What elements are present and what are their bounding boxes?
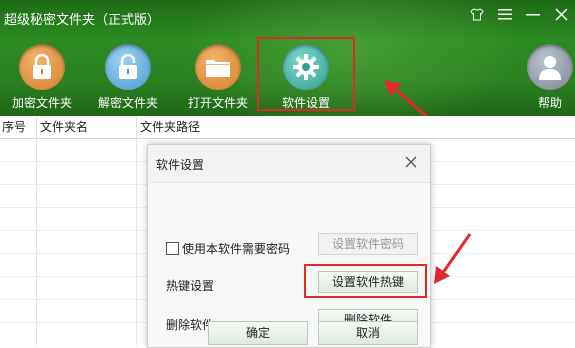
help-label: 帮助 — [537, 96, 562, 110]
open-folder-button[interactable]: 打开文件夹 — [178, 44, 258, 110]
menu-icon[interactable] — [497, 6, 513, 22]
decrypt-folder-button[interactable]: 解密文件夹 — [88, 44, 168, 110]
delete-label: 删除软件 — [166, 318, 215, 332]
column-header-index[interactable]: 序号 — [2, 116, 26, 138]
column-divider — [136, 116, 137, 346]
set-password-button[interactable]: 设置软件密码 — [318, 233, 418, 255]
close-icon[interactable] — [553, 6, 569, 22]
folder-icon — [195, 44, 241, 90]
dialog-close-icon[interactable] — [404, 155, 420, 171]
lock-icon — [19, 44, 65, 90]
hotkey-label: 热键设置 — [166, 279, 215, 293]
encrypt-folder-button[interactable]: 加密文件夹 — [2, 44, 82, 110]
column-divider — [36, 116, 37, 346]
cancel-button[interactable]: 取消 — [318, 321, 418, 345]
app-title: 超级秘密文件夹（正式版） — [4, 13, 161, 28]
open-folder-label: 打开文件夹 — [187, 96, 248, 110]
help-button[interactable]: 帮助 — [510, 44, 575, 110]
dialog-header: 软件设置 — [148, 145, 430, 183]
column-header-folder-path[interactable]: 文件夹路径 — [140, 116, 200, 138]
unlock-icon — [105, 44, 151, 90]
settings-dialog: 软件设置 使用本软件需要密码 设置软件密码 热键设置 设置软件热键 删除软件 删… — [147, 144, 431, 348]
top-bar: 超级秘密文件夹（正式版） 加密文件夹 解密文件夹 打开文件夹 软件设置 帮助 — [0, 0, 575, 116]
decrypt-folder-label: 解密文件夹 — [97, 96, 158, 110]
encrypt-folder-label: 加密文件夹 — [11, 96, 72, 110]
settings-highlight-box — [257, 37, 355, 111]
minimize-icon[interactable] — [525, 6, 541, 22]
user-icon — [527, 44, 573, 90]
dialog-title: 软件设置 — [156, 158, 205, 172]
delete-highlight-box — [304, 264, 427, 298]
table-header: 序号 文件夹名 文件夹路径 — [0, 116, 575, 139]
shirt-icon[interactable] — [469, 6, 485, 22]
arrow-icon — [434, 233, 472, 284]
ok-button[interactable]: 确定 — [208, 321, 308, 345]
window-controls — [469, 6, 569, 22]
column-header-folder-name[interactable]: 文件夹名 — [40, 116, 88, 138]
password-checkbox-label[interactable]: 使用本软件需要密码 — [182, 240, 290, 257]
password-checkbox[interactable] — [166, 242, 179, 255]
